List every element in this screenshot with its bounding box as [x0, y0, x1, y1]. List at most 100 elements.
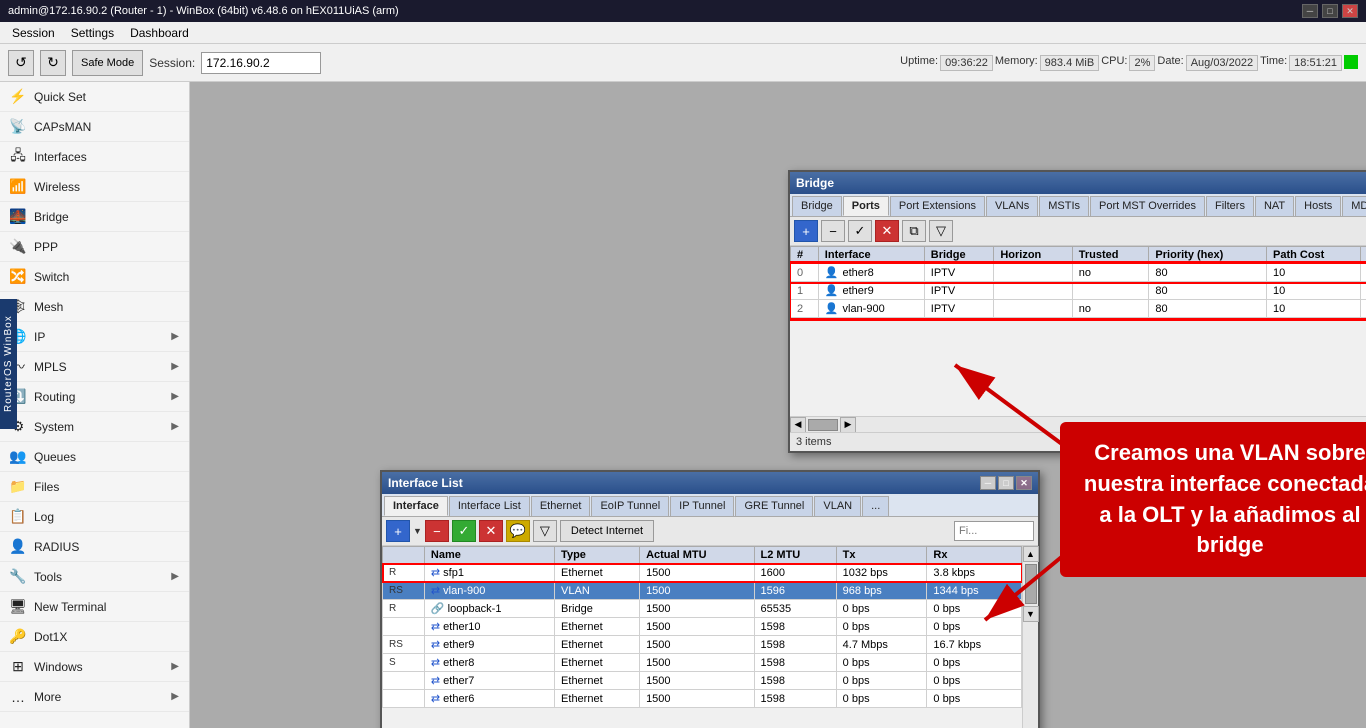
iflist-vscroll-down[interactable]: ▼ — [1023, 606, 1039, 622]
iflist-vscroll-up[interactable]: ▲ — [1023, 546, 1039, 562]
minimize-button[interactable]: ─ — [1302, 4, 1318, 18]
sidebar-item-mpls[interactable]: 〰 MPLS ▶ — [0, 352, 189, 382]
bridge-hscroll-left[interactable]: ◀ — [790, 417, 806, 433]
iflist-table-row[interactable]: RS ⇄ vlan-900 VLAN 1500 1596 968 bps 134… — [383, 582, 1022, 600]
sidebar-item-ppp[interactable]: 🔌 PPP — [0, 232, 189, 262]
sidebar-item-log[interactable]: 📋 Log — [0, 502, 189, 532]
bridge-remove-button[interactable]: − — [821, 220, 845, 242]
sidebar-item-new-terminal[interactable]: 🖥 New Terminal — [0, 592, 189, 622]
iflist-row-rx: 1344 bps — [927, 582, 1022, 600]
bridge-check-button[interactable]: ✓ — [848, 220, 872, 242]
bridge-tab-bridge[interactable]: Bridge — [792, 196, 842, 216]
menu-settings[interactable]: Settings — [63, 24, 122, 42]
bridge-tab-ports[interactable]: Ports — [843, 196, 889, 216]
iflist-tab-ethernet[interactable]: Ethernet — [531, 496, 591, 516]
session-input[interactable] — [201, 52, 321, 74]
iflist-close-button[interactable]: ✕ — [1016, 476, 1032, 490]
menu-dashboard[interactable]: Dashboard — [122, 24, 197, 42]
bridge-table-row[interactable]: 0 👤ether8 IPTV no 80 10 disabled port — [791, 264, 1366, 282]
sidebar-item-mesh[interactable]: 🕸 Mesh — [0, 292, 189, 322]
bridge-tab-filters[interactable]: Filters — [1206, 196, 1254, 216]
bridge-copy-button[interactable]: ⧉ — [902, 220, 926, 242]
iflist-table-row[interactable]: ⇄ ether7 Ethernet 1500 1598 0 bps 0 bps — [383, 672, 1022, 690]
sidebar-icon-radius: 👤 — [10, 539, 26, 555]
iflist-row-flag — [383, 672, 425, 690]
bridge-col-bridge: Bridge — [924, 247, 994, 264]
bridge-tab-port-extensions[interactable]: Port Extensions — [890, 196, 985, 216]
sidebar-item-queues[interactable]: 👥 Queues — [0, 442, 189, 472]
bridge-tab-port-mst-overrides[interactable]: Port MST Overrides — [1090, 196, 1205, 216]
bridge-tab-vlans[interactable]: VLANs — [986, 196, 1038, 216]
sidebar-item-wireless[interactable]: 📶 Wireless — [0, 172, 189, 202]
iflist-tab-eoip-tunnel[interactable]: EoIP Tunnel — [591, 496, 669, 516]
iflist-enable-button[interactable]: ✓ — [452, 520, 476, 542]
bridge-table-row[interactable]: 2 👤vlan-900 IPTV no 80 10 designated por… — [791, 300, 1366, 318]
iflist-col-tx: Tx — [836, 547, 927, 564]
iflist-col-actual_mtu: Actual MTU — [640, 547, 754, 564]
sidebar-item-interfaces[interactable]: 🖧 Interfaces — [0, 142, 189, 172]
iflist-disable-button[interactable]: ✕ — [479, 520, 503, 542]
iflist-tab-[interactable]: ... — [862, 496, 889, 516]
iflist-vscroll-thumb[interactable] — [1025, 564, 1037, 604]
sidebar-item-system[interactable]: ⚙ System ▶ — [0, 412, 189, 442]
sidebar-item-tools[interactable]: 🔧 Tools ▶ — [0, 562, 189, 592]
iflist-maximize-button[interactable]: □ — [998, 476, 1014, 490]
iflist-comment-button[interactable]: 💬 — [506, 520, 530, 542]
bridge-tab-hosts[interactable]: Hosts — [1295, 196, 1341, 216]
bridge-add-button[interactable]: + — [794, 220, 818, 242]
menu-session[interactable]: Session — [4, 24, 63, 42]
iflist-row-flag: S — [383, 654, 425, 672]
bridge-hscroll-thumb[interactable] — [808, 419, 838, 431]
iflist-filter-button[interactable]: ▽ — [533, 520, 557, 542]
iflist-tab-gre-tunnel[interactable]: GRE Tunnel — [735, 496, 813, 516]
sidebar-item-switch[interactable]: 🔀 Switch — [0, 262, 189, 292]
bridge-table-row[interactable]: 1 👤ether9 IPTV 80 10 designated port — [791, 282, 1366, 300]
iflist-table-row[interactable]: ⇄ ether6 Ethernet 1500 1598 0 bps 0 bps — [383, 690, 1022, 708]
iflist-row-tx: 0 bps — [836, 672, 927, 690]
iflist-table-row[interactable]: ⇄ ether10 Ethernet 1500 1598 0 bps 0 bps — [383, 618, 1022, 636]
iflist-row-type: Ethernet — [555, 636, 640, 654]
sidebar-item-capsman[interactable]: 📡 CAPsMAN — [0, 112, 189, 142]
sidebar-item-more[interactable]: … More ▶ — [0, 682, 189, 712]
detect-internet-button[interactable]: Detect Internet — [560, 520, 654, 542]
maximize-button[interactable]: □ — [1322, 4, 1338, 18]
sidebar-item-routing[interactable]: 🔃 Routing ▶ — [0, 382, 189, 412]
bridge-tab-mdb[interactable]: MDB — [1342, 196, 1366, 216]
iflist-table-row[interactable]: R ⇄ sfp1 Ethernet 1500 1600 1032 bps 3.8… — [383, 564, 1022, 582]
iflist-vscroll[interactable]: ▲ ▼ — [1022, 546, 1038, 728]
iflist-tab-ip-tunnel[interactable]: IP Tunnel — [670, 496, 734, 516]
iflist-add-button[interactable]: + — [386, 520, 410, 542]
bridge-row-interface: 👤ether9 — [818, 282, 924, 300]
bridge-tab-mstis[interactable]: MSTIs — [1039, 196, 1089, 216]
sidebar-item-windows[interactable]: ⊞ Windows ▶ — [0, 652, 189, 682]
bridge-hscroll-right[interactable]: ▶ — [840, 417, 856, 433]
sidebar-item-radius[interactable]: 👤 RADIUS — [0, 532, 189, 562]
iflist-table-row[interactable]: S ⇄ ether8 Ethernet 1500 1598 0 bps 0 bp… — [383, 654, 1022, 672]
refresh-button-1[interactable]: ↺ — [8, 50, 34, 76]
iflist-tab-interface-list[interactable]: Interface List — [449, 496, 530, 516]
iflist-find-input[interactable] — [954, 521, 1034, 541]
iflist-table-scroll[interactable]: NameTypeActual MTUL2 MTUTxRxR ⇄ sfp1 Eth… — [382, 546, 1022, 728]
iflist-tab-vlan[interactable]: VLAN — [814, 496, 861, 516]
bridge-tab-nat[interactable]: NAT — [1255, 196, 1294, 216]
sidebar-item-quick-set[interactable]: ⚡ Quick Set — [0, 82, 189, 112]
iflist-tab-interface[interactable]: Interface — [384, 496, 448, 516]
bridge-row-bridge: IPTV — [924, 300, 994, 318]
iflist-remove-button[interactable]: − — [425, 520, 449, 542]
iflist-table-row[interactable]: R 🔗 loopback-1 Bridge 1500 65535 0 bps 0… — [383, 600, 1022, 618]
sidebar-item-bridge[interactable]: 🌉 Bridge — [0, 202, 189, 232]
iflist-table: NameTypeActual MTUL2 MTUTxRxR ⇄ sfp1 Eth… — [382, 546, 1022, 708]
refresh-button-2[interactable]: ↻ — [40, 50, 66, 76]
iflist-table-row[interactable]: RS ⇄ ether9 Ethernet 1500 1598 4.7 Mbps … — [383, 636, 1022, 654]
sidebar-label-quick-set: Quick Set — [34, 90, 86, 104]
close-button[interactable]: ✕ — [1342, 4, 1358, 18]
safe-mode-button[interactable]: Safe Mode — [72, 50, 143, 76]
bridge-row-role: designated port — [1360, 282, 1366, 300]
sidebar-item-dot1x[interactable]: 🔑 Dot1X — [0, 622, 189, 652]
sidebar-item-files[interactable]: 📁 Files — [0, 472, 189, 502]
bridge-filter-button[interactable]: ▽ — [929, 220, 953, 242]
bridge-x-button[interactable]: ✕ — [875, 220, 899, 242]
iflist-minimize-button[interactable]: ─ — [980, 476, 996, 490]
sidebar-item-ip[interactable]: 🌐 IP ▶ — [0, 322, 189, 352]
bridge-table-scroll[interactable]: #InterfaceBridgeHorizonTrustedPriority (… — [790, 246, 1366, 416]
